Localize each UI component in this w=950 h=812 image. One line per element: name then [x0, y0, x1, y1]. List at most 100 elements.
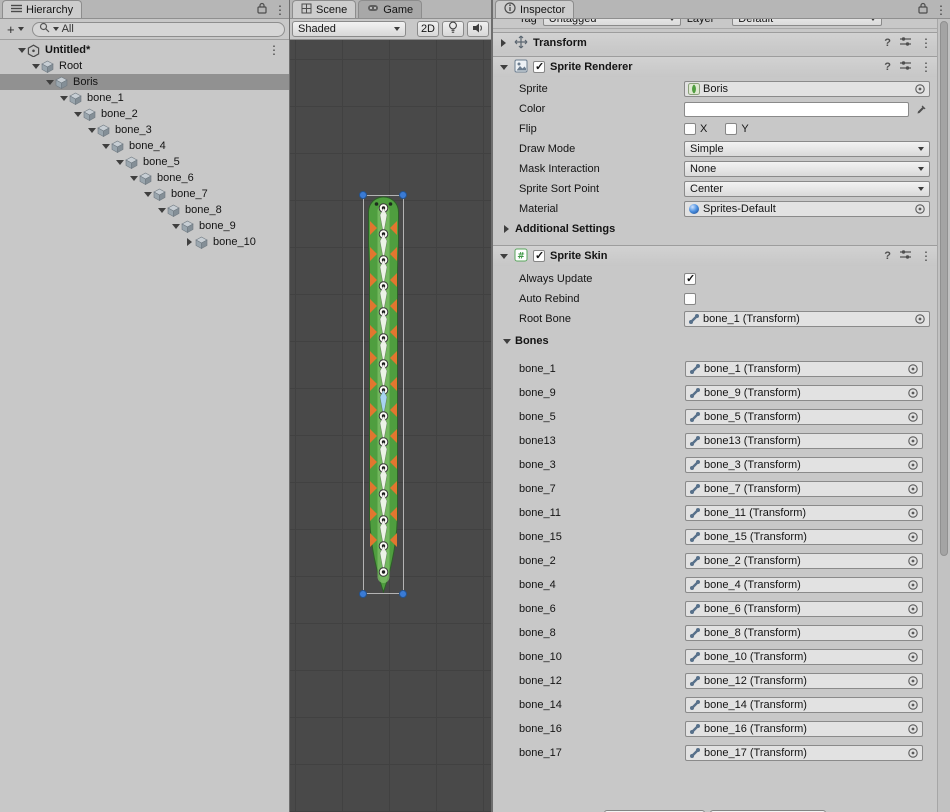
- bone-object-field[interactable]: bone_12 (Transform): [685, 673, 923, 689]
- foldout-triangle[interactable]: [170, 221, 181, 232]
- foldout-triangle[interactable]: [501, 224, 512, 235]
- root-bone-object-field[interactable]: bone_1 (Transform): [684, 311, 930, 327]
- object-picker-icon[interactable]: [906, 531, 920, 543]
- color-swatch[interactable]: [684, 102, 909, 117]
- kebab-menu-icon[interactable]: ⋮: [935, 4, 947, 16]
- hierarchy-item-bone_6[interactable]: bone_6: [0, 170, 289, 186]
- object-picker-icon[interactable]: [906, 507, 920, 519]
- object-picker-icon[interactable]: [906, 435, 920, 447]
- mask-interaction-dropdown[interactable]: None: [684, 161, 930, 177]
- bone-object-field[interactable]: bone_7 (Transform): [685, 481, 923, 497]
- object-picker-icon[interactable]: [913, 313, 927, 325]
- eyedropper-icon[interactable]: [913, 101, 930, 117]
- bone-object-field[interactable]: bone_14 (Transform): [685, 697, 923, 713]
- draw-mode-dropdown[interactable]: Simple: [684, 141, 930, 157]
- kebab-menu-icon[interactable]: ⋮: [920, 37, 932, 49]
- foldout-triangle[interactable]: [128, 173, 139, 184]
- foldout-triangle[interactable]: [498, 38, 509, 49]
- hierarchy-item-Root[interactable]: Root: [0, 58, 289, 74]
- selection-handle-bottom-right[interactable]: [399, 590, 407, 598]
- object-picker-icon[interactable]: [913, 83, 927, 95]
- bone-object-field[interactable]: bone_4 (Transform): [685, 577, 923, 593]
- hierarchy-item-bone_7[interactable]: bone_7: [0, 186, 289, 202]
- lock-icon[interactable]: [257, 2, 267, 17]
- foldout-triangle[interactable]: [16, 45, 27, 56]
- create-object-button[interactable]: +: [4, 22, 27, 37]
- tab-game[interactable]: Game: [358, 0, 422, 18]
- kebab-menu-icon[interactable]: ⋮: [920, 250, 932, 262]
- scrollbar-thumb[interactable]: [940, 21, 948, 556]
- bone-object-field[interactable]: bone_15 (Transform): [685, 529, 923, 545]
- help-icon[interactable]: ?: [884, 250, 891, 262]
- sprite-object-field[interactable]: Boris: [684, 81, 930, 97]
- object-picker-icon[interactable]: [906, 363, 920, 375]
- presets-icon[interactable]: [899, 36, 912, 50]
- foldout-triangle[interactable]: [498, 251, 509, 262]
- bone-object-field[interactable]: bone_2 (Transform): [685, 553, 923, 569]
- object-picker-icon[interactable]: [906, 699, 920, 711]
- inspector-scrollbar[interactable]: [937, 19, 950, 812]
- shading-mode-dropdown[interactable]: Shaded: [292, 21, 406, 37]
- selection-handle-top-left[interactable]: [359, 191, 367, 199]
- hierarchy-item-bone_3[interactable]: bone_3: [0, 122, 289, 138]
- bone-object-field[interactable]: bone13 (Transform): [685, 433, 923, 449]
- kebab-menu-icon[interactable]: ⋮: [268, 44, 289, 56]
- hierarchy-item-bone_5[interactable]: bone_5: [0, 154, 289, 170]
- foldout-triangle[interactable]: [498, 62, 509, 73]
- object-picker-icon[interactable]: [906, 723, 920, 735]
- bone-object-field[interactable]: bone_16 (Transform): [685, 721, 923, 737]
- tab-inspector[interactable]: Inspector: [495, 0, 574, 18]
- foldout-triangle[interactable]: [184, 237, 195, 248]
- foldout-triangle[interactable]: [30, 61, 41, 72]
- component-enabled-checkbox[interactable]: [533, 61, 545, 73]
- bones-foldout[interactable]: Bones: [493, 331, 937, 351]
- presets-icon[interactable]: [899, 60, 912, 74]
- selection-handle-bottom-left[interactable]: [359, 590, 367, 598]
- object-picker-icon[interactable]: [906, 555, 920, 567]
- hierarchy-item-bone_9[interactable]: bone_9: [0, 218, 289, 234]
- help-icon[interactable]: ?: [884, 61, 891, 73]
- object-picker-icon[interactable]: [913, 203, 927, 215]
- bone-object-field[interactable]: bone_1 (Transform): [685, 361, 923, 377]
- presets-icon[interactable]: [899, 249, 912, 263]
- object-picker-icon[interactable]: [906, 459, 920, 471]
- lock-icon[interactable]: [918, 2, 928, 17]
- always-update-checkbox[interactable]: [684, 273, 696, 285]
- object-picker-icon[interactable]: [906, 411, 920, 423]
- bone-object-field[interactable]: bone_17 (Transform): [685, 745, 923, 761]
- toggle-2d-button[interactable]: 2D: [417, 21, 439, 37]
- search-filter-caret-icon[interactable]: [53, 27, 59, 31]
- object-picker-icon[interactable]: [906, 747, 920, 759]
- transform-component-header[interactable]: Transform ? ⋮: [493, 32, 937, 53]
- bone-object-field[interactable]: bone_5 (Transform): [685, 409, 923, 425]
- foldout-triangle[interactable]: [86, 125, 97, 136]
- scene-viewport[interactable]: [290, 40, 491, 812]
- object-picker-icon[interactable]: [906, 651, 920, 663]
- sprite-renderer-component-header[interactable]: Sprite Renderer ? ⋮: [493, 56, 937, 77]
- component-enabled-checkbox[interactable]: [533, 250, 545, 262]
- bone-object-field[interactable]: bone_9 (Transform): [685, 385, 923, 401]
- foldout-triangle[interactable]: [156, 205, 167, 216]
- tab-hierarchy[interactable]: Hierarchy: [2, 0, 82, 18]
- bone-object-field[interactable]: bone_10 (Transform): [685, 649, 923, 665]
- object-picker-icon[interactable]: [906, 387, 920, 399]
- bone-object-field[interactable]: bone_8 (Transform): [685, 625, 923, 641]
- foldout-triangle[interactable]: [58, 93, 69, 104]
- hierarchy-item-bone_4[interactable]: bone_4: [0, 138, 289, 154]
- sprite-skin-component-header[interactable]: # Sprite Skin ? ⋮: [493, 245, 937, 266]
- additional-settings-foldout[interactable]: Additional Settings: [493, 219, 937, 239]
- selection-handle-top-right[interactable]: [399, 191, 407, 199]
- lighting-toggle-button[interactable]: [442, 21, 464, 37]
- hierarchy-item-bone_10[interactable]: bone_10: [0, 234, 289, 250]
- foldout-triangle[interactable]: [72, 109, 83, 120]
- audio-toggle-button[interactable]: [467, 21, 489, 37]
- flip-x-checkbox[interactable]: [684, 123, 696, 135]
- material-object-field[interactable]: Sprites-Default: [684, 201, 930, 217]
- sprite-sort-point-dropdown[interactable]: Center: [684, 181, 930, 197]
- hierarchy-item-bone_2[interactable]: bone_2: [0, 106, 289, 122]
- tag-dropdown[interactable]: Untagged: [543, 19, 681, 26]
- foldout-triangle[interactable]: [114, 157, 125, 168]
- auto-rebind-checkbox[interactable]: [684, 293, 696, 305]
- flip-y-checkbox[interactable]: [725, 123, 737, 135]
- layer-dropdown[interactable]: Default: [732, 19, 882, 26]
